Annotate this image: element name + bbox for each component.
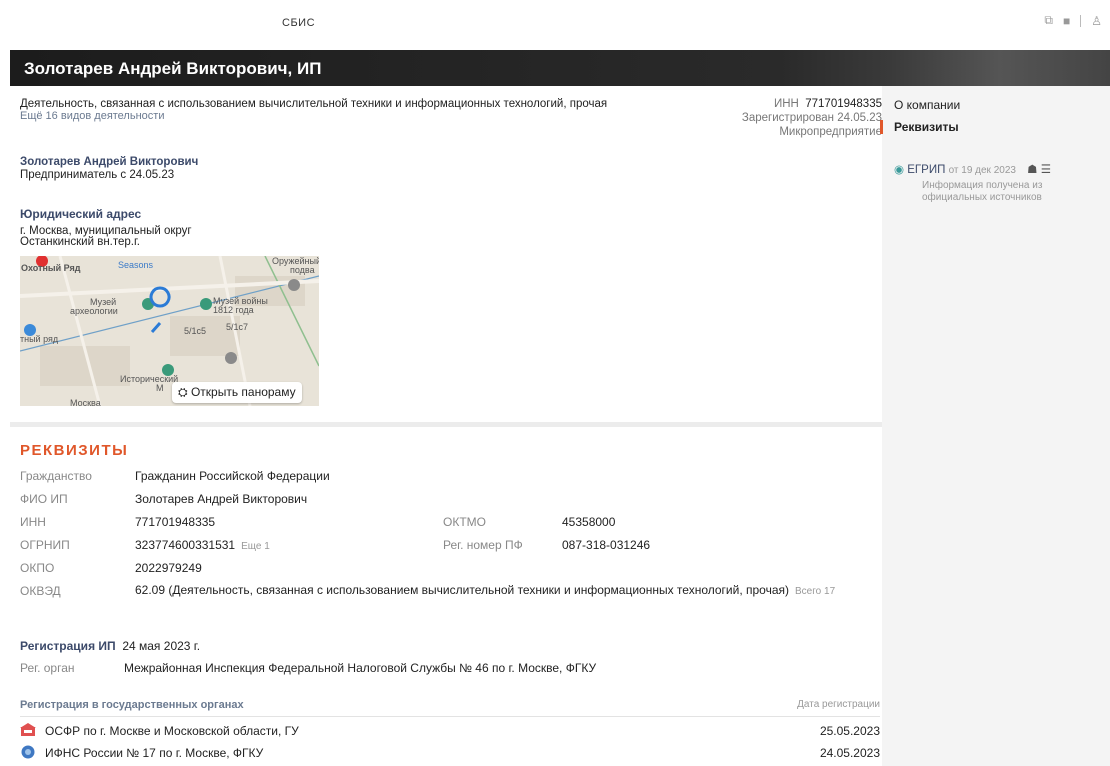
bookmark-icon[interactable]: ■ [1063, 14, 1070, 28]
inn-label: ИНН [773, 98, 799, 110]
gov-row[interactable]: ИФНС России № 17 по г. Москве, ФГКУ 24.0… [20, 745, 880, 765]
divider [1080, 14, 1082, 27]
requisite-row: ОКВЭД 62.09 (Деятельность, связанная с и… [20, 584, 880, 618]
top-icons: ⧉ ■ ♙ [1044, 13, 1102, 28]
ogrnip-more-link[interactable]: Еще 1 [241, 541, 270, 552]
map-label: 5/1с7 [226, 322, 249, 332]
company-header: Золотарев Андрей Викторович, ИП [10, 50, 1110, 86]
map-label: Исторический [120, 374, 179, 384]
egrip-name: ЕГРИП [907, 164, 946, 176]
address-line-2: Останкинский вн.тер.г. [20, 236, 140, 248]
map[interactable]: Охотный Ряд Seasons Оружейный подва Музе… [20, 256, 319, 406]
list-icon[interactable]: ☰ [1041, 164, 1051, 176]
gov-row[interactable]: ОСФР по г. Москве и Московской области, … [20, 723, 880, 743]
section-divider [10, 422, 882, 427]
gov-organ-name: ИФНС России № 17 по г. Москве, ФГКУ [45, 746, 264, 760]
oktmo-label: ОКТМО [443, 515, 486, 529]
citizenship-label: Гражданство [20, 469, 92, 483]
gov-date-header: Дата регистрации [797, 699, 880, 710]
top-bar: СБИС ⧉ ■ ♙ [0, 0, 1110, 42]
map-label: Москва [70, 398, 101, 406]
requisites-table: Гражданство Гражданин Российской Федерац… [20, 469, 880, 618]
panorama-icon: ⛭ [178, 385, 188, 399]
egrip-date: от 19 дек 2023 [948, 165, 1016, 176]
egrip-note: Информация получена из официальных источ… [922, 180, 1043, 203]
company-name: Золотарев Андрей Викторович, ИП [24, 59, 322, 78]
requisites-title: РЕКВИЗИТЫ [20, 442, 129, 459]
pf-value: 087-318-031246 [562, 538, 651, 552]
registration-title: Регистрация ИП [20, 639, 116, 653]
ogrnip-label: ОГРНИП [20, 538, 70, 552]
map-label: М [156, 383, 164, 393]
pf-label: Рег. номер ПФ [443, 538, 523, 552]
map-label: археологии [70, 306, 118, 316]
map-label: Seasons [118, 260, 154, 270]
inn-value: 771701948335 [135, 515, 216, 529]
registration-date: 24 мая 2023 г. [122, 639, 201, 653]
fns-logo-icon [21, 745, 35, 759]
main-activity: Деятельность, связанная с использованием… [20, 98, 608, 110]
side-nav: О компании Реквизиты [879, 98, 960, 142]
brand-logo[interactable]: СБИС [282, 17, 315, 29]
open-panorama-button[interactable]: ⛭ Открыть панораму [172, 382, 302, 403]
right-sidebar: О компании Реквизиты ◉ ЕГРИП от 19 дек 2… [879, 86, 1110, 766]
okved-value: 62.09 (Деятельность, связанная с использ… [135, 583, 790, 597]
more-activities-link[interactable]: Ещё 16 видов деятельности [20, 110, 700, 122]
citizenship-value: Гражданин Российской Федерации [135, 469, 330, 483]
okved-total-link[interactable]: Всего 17 [795, 586, 835, 597]
open-panorama-label: Открыть панораму [190, 385, 296, 399]
oktmo-value: 45358000 [562, 515, 616, 529]
requisite-row: ИНН 771701948335 ОКТМО 45358000 [20, 515, 880, 538]
inn-value: 771701948335 [805, 98, 882, 110]
registration-organ: Рег. орган Межрайонная Инспекция Федерал… [20, 661, 596, 675]
address-text: г. Москва, муниципальный округ Останкинс… [20, 225, 192, 248]
gov-header: Регистрация в государственных органах Да… [20, 699, 880, 717]
activity-block: Деятельность, связанная с использованием… [20, 98, 700, 122]
nav-item-about[interactable]: О компании [894, 98, 960, 120]
fio-label: ФИО ИП [20, 492, 68, 506]
registration-header: Регистрация ИП 24 мая 2023 г. [20, 639, 200, 653]
map-label: Охотный Ряд [21, 263, 81, 273]
inn-label: ИНН [20, 515, 46, 529]
ogrnip-value: 323774600331531 [135, 538, 236, 552]
gov-reg-date: 25.05.2023 [819, 724, 880, 738]
company-size: Микропредприятие [779, 126, 882, 138]
map-label: 1812 года [213, 305, 254, 315]
gov-organ-name: ОСФР по г. Москве и Московской области, … [45, 724, 299, 738]
requisite-row: ОКПО 2022979249 [20, 561, 880, 584]
okpo-label: ОКПО [20, 561, 55, 575]
source-egrip[interactable]: ◉ ЕГРИП от 19 дек 2023 ☗ ☰ [894, 162, 1051, 176]
requisite-row: ФИО ИП Золотарев Андрей Викторович [20, 492, 880, 515]
organ-label: Рег. орган [20, 661, 75, 675]
owner-block: Золотарев Андрей Викторович Предпринимат… [20, 156, 198, 182]
shirt-icon[interactable]: ♙ [1091, 14, 1102, 28]
registered-date: Зарегистрирован 24.05.23 [741, 112, 882, 124]
okpo-value: 2022979249 [135, 561, 202, 575]
map-label: тный ряд [20, 334, 59, 344]
owner-role: Предприниматель с 24.05.23 [20, 169, 175, 181]
address-title: Юридический адрес [20, 207, 142, 221]
fio-value: Золотарев Андрей Викторович [135, 492, 308, 506]
nav-item-requisites[interactable]: Реквизиты [879, 120, 960, 142]
okved-value-wrap: 62.09 (Деятельность, связанная с использ… [135, 584, 855, 598]
okved-label: ОКВЭД [20, 584, 61, 598]
organ-value: Межрайонная Инспекция Федеральной Налого… [124, 661, 597, 675]
inn-block: ИНН 771701948335 Зарегистрирован 24.05.2… [742, 97, 882, 139]
copy-icon[interactable]: ⧉ [1044, 13, 1053, 28]
gov-title: Регистрация в государственных органах [20, 699, 244, 711]
requisite-row: ОГРНИП 323774600331531 Еще 1 Рег. номер П… [20, 538, 880, 561]
egrip-icon: ◉ [894, 164, 905, 176]
ogrnip-value-wrap: 323774600331531 Еще 1 [135, 538, 270, 552]
sfr-logo-icon [20, 723, 36, 736]
gov-reg-date: 24.05.2023 [819, 746, 880, 760]
owner-name[interactable]: Золотарев Андрей Викторович [20, 156, 198, 169]
map-label: подва [290, 265, 315, 275]
award-icon[interactable]: ☗ [1027, 164, 1037, 176]
requisite-row: Гражданство Гражданин Российской Федерац… [20, 469, 880, 492]
map-label: 5/1с5 [184, 326, 207, 336]
